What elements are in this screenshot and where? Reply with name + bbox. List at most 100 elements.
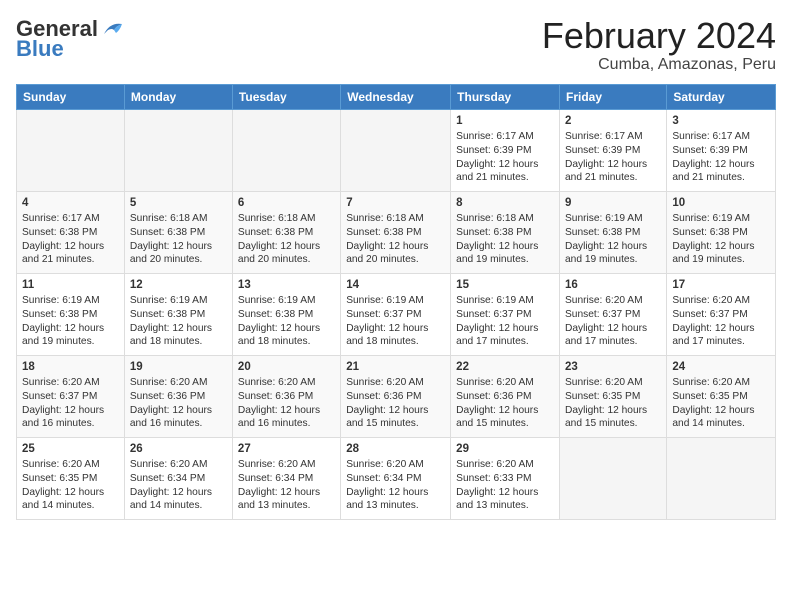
- day-number: 15: [456, 278, 554, 294]
- calendar-week-row: 18Sunrise: 6:20 AM Sunset: 6:37 PM Dayli…: [17, 355, 776, 437]
- col-wednesday: Wednesday: [341, 84, 451, 109]
- table-row: [232, 109, 340, 191]
- table-row: 25Sunrise: 6:20 AM Sunset: 6:35 PM Dayli…: [17, 437, 125, 519]
- table-row: 7Sunrise: 6:18 AM Sunset: 6:38 PM Daylig…: [341, 191, 451, 273]
- table-row: 10Sunrise: 6:19 AM Sunset: 6:38 PM Dayli…: [667, 191, 776, 273]
- logo-bird-icon: [102, 20, 124, 38]
- day-info: Sunrise: 6:20 AM Sunset: 6:34 PM Dayligh…: [238, 459, 320, 511]
- day-info: Sunrise: 6:19 AM Sunset: 6:37 PM Dayligh…: [346, 295, 428, 347]
- table-row: 28Sunrise: 6:20 AM Sunset: 6:34 PM Dayli…: [341, 437, 451, 519]
- day-number: 7: [346, 196, 445, 212]
- calendar-week-row: 25Sunrise: 6:20 AM Sunset: 6:35 PM Dayli…: [17, 437, 776, 519]
- day-number: 14: [346, 278, 445, 294]
- day-number: 13: [238, 278, 335, 294]
- day-info: Sunrise: 6:18 AM Sunset: 6:38 PM Dayligh…: [238, 213, 320, 265]
- calendar-title: February 2024: [542, 16, 776, 56]
- logo: General Blue: [16, 16, 124, 62]
- day-info: Sunrise: 6:19 AM Sunset: 6:37 PM Dayligh…: [456, 295, 538, 347]
- table-row: [17, 109, 125, 191]
- day-number: 29: [456, 442, 554, 458]
- day-info: Sunrise: 6:20 AM Sunset: 6:36 PM Dayligh…: [456, 377, 538, 429]
- table-row: 22Sunrise: 6:20 AM Sunset: 6:36 PM Dayli…: [451, 355, 560, 437]
- day-info: Sunrise: 6:20 AM Sunset: 6:36 PM Dayligh…: [238, 377, 320, 429]
- title-block: February 2024 Cumba, Amazonas, Peru: [542, 16, 776, 74]
- table-row: [341, 109, 451, 191]
- day-number: 21: [346, 360, 445, 376]
- table-row: 23Sunrise: 6:20 AM Sunset: 6:35 PM Dayli…: [560, 355, 667, 437]
- page: General Blue February 2024 Cumba, Amazon…: [0, 0, 792, 612]
- day-number: 10: [672, 196, 770, 212]
- day-number: 1: [456, 114, 554, 130]
- day-number: 20: [238, 360, 335, 376]
- table-row: 26Sunrise: 6:20 AM Sunset: 6:34 PM Dayli…: [124, 437, 232, 519]
- day-number: 26: [130, 442, 227, 458]
- table-row: 14Sunrise: 6:19 AM Sunset: 6:37 PM Dayli…: [341, 273, 451, 355]
- day-number: 23: [565, 360, 661, 376]
- table-row: 4Sunrise: 6:17 AM Sunset: 6:38 PM Daylig…: [17, 191, 125, 273]
- calendar-week-row: 1Sunrise: 6:17 AM Sunset: 6:39 PM Daylig…: [17, 109, 776, 191]
- day-info: Sunrise: 6:17 AM Sunset: 6:39 PM Dayligh…: [672, 131, 754, 183]
- table-row: 6Sunrise: 6:18 AM Sunset: 6:38 PM Daylig…: [232, 191, 340, 273]
- table-row: 24Sunrise: 6:20 AM Sunset: 6:35 PM Dayli…: [667, 355, 776, 437]
- col-friday: Friday: [560, 84, 667, 109]
- col-thursday: Thursday: [451, 84, 560, 109]
- day-info: Sunrise: 6:20 AM Sunset: 6:37 PM Dayligh…: [672, 295, 754, 347]
- table-row: 27Sunrise: 6:20 AM Sunset: 6:34 PM Dayli…: [232, 437, 340, 519]
- day-number: 24: [672, 360, 770, 376]
- table-row: [667, 437, 776, 519]
- table-row: [560, 437, 667, 519]
- table-row: 9Sunrise: 6:19 AM Sunset: 6:38 PM Daylig…: [560, 191, 667, 273]
- day-number: 22: [456, 360, 554, 376]
- col-sunday: Sunday: [17, 84, 125, 109]
- day-number: 9: [565, 196, 661, 212]
- table-row: [124, 109, 232, 191]
- day-number: 16: [565, 278, 661, 294]
- day-info: Sunrise: 6:17 AM Sunset: 6:39 PM Dayligh…: [565, 131, 647, 183]
- day-number: 28: [346, 442, 445, 458]
- day-number: 3: [672, 114, 770, 130]
- day-info: Sunrise: 6:20 AM Sunset: 6:35 PM Dayligh…: [565, 377, 647, 429]
- table-row: 5Sunrise: 6:18 AM Sunset: 6:38 PM Daylig…: [124, 191, 232, 273]
- table-row: 2Sunrise: 6:17 AM Sunset: 6:39 PM Daylig…: [560, 109, 667, 191]
- calendar-week-row: 4Sunrise: 6:17 AM Sunset: 6:38 PM Daylig…: [17, 191, 776, 273]
- table-row: 19Sunrise: 6:20 AM Sunset: 6:36 PM Dayli…: [124, 355, 232, 437]
- day-info: Sunrise: 6:17 AM Sunset: 6:38 PM Dayligh…: [22, 213, 104, 265]
- day-info: Sunrise: 6:20 AM Sunset: 6:35 PM Dayligh…: [22, 459, 104, 511]
- day-info: Sunrise: 6:19 AM Sunset: 6:38 PM Dayligh…: [238, 295, 320, 347]
- col-saturday: Saturday: [667, 84, 776, 109]
- day-info: Sunrise: 6:18 AM Sunset: 6:38 PM Dayligh…: [130, 213, 212, 265]
- day-info: Sunrise: 6:17 AM Sunset: 6:39 PM Dayligh…: [456, 131, 538, 183]
- day-info: Sunrise: 6:18 AM Sunset: 6:38 PM Dayligh…: [456, 213, 538, 265]
- day-number: 25: [22, 442, 119, 458]
- day-info: Sunrise: 6:20 AM Sunset: 6:35 PM Dayligh…: [672, 377, 754, 429]
- table-row: 29Sunrise: 6:20 AM Sunset: 6:33 PM Dayli…: [451, 437, 560, 519]
- day-number: 11: [22, 278, 119, 294]
- calendar-subtitle: Cumba, Amazonas, Peru: [542, 56, 776, 74]
- day-info: Sunrise: 6:20 AM Sunset: 6:36 PM Dayligh…: [346, 377, 428, 429]
- table-row: 11Sunrise: 6:19 AM Sunset: 6:38 PM Dayli…: [17, 273, 125, 355]
- day-info: Sunrise: 6:20 AM Sunset: 6:37 PM Dayligh…: [565, 295, 647, 347]
- day-number: 18: [22, 360, 119, 376]
- day-info: Sunrise: 6:20 AM Sunset: 6:36 PM Dayligh…: [130, 377, 212, 429]
- table-row: 1Sunrise: 6:17 AM Sunset: 6:39 PM Daylig…: [451, 109, 560, 191]
- table-row: 17Sunrise: 6:20 AM Sunset: 6:37 PM Dayli…: [667, 273, 776, 355]
- day-info: Sunrise: 6:20 AM Sunset: 6:37 PM Dayligh…: [22, 377, 104, 429]
- day-info: Sunrise: 6:19 AM Sunset: 6:38 PM Dayligh…: [130, 295, 212, 347]
- calendar-header-row: Sunday Monday Tuesday Wednesday Thursday…: [17, 84, 776, 109]
- day-number: 17: [672, 278, 770, 294]
- table-row: 8Sunrise: 6:18 AM Sunset: 6:38 PM Daylig…: [451, 191, 560, 273]
- day-number: 5: [130, 196, 227, 212]
- day-info: Sunrise: 6:19 AM Sunset: 6:38 PM Dayligh…: [22, 295, 104, 347]
- day-info: Sunrise: 6:19 AM Sunset: 6:38 PM Dayligh…: [672, 213, 754, 265]
- day-number: 8: [456, 196, 554, 212]
- day-info: Sunrise: 6:20 AM Sunset: 6:34 PM Dayligh…: [130, 459, 212, 511]
- table-row: 18Sunrise: 6:20 AM Sunset: 6:37 PM Dayli…: [17, 355, 125, 437]
- table-row: 21Sunrise: 6:20 AM Sunset: 6:36 PM Dayli…: [341, 355, 451, 437]
- day-number: 12: [130, 278, 227, 294]
- table-row: 16Sunrise: 6:20 AM Sunset: 6:37 PM Dayli…: [560, 273, 667, 355]
- day-info: Sunrise: 6:18 AM Sunset: 6:38 PM Dayligh…: [346, 213, 428, 265]
- day-number: 19: [130, 360, 227, 376]
- day-number: 27: [238, 442, 335, 458]
- calendar-table: Sunday Monday Tuesday Wednesday Thursday…: [16, 84, 776, 520]
- logo-blue-text: Blue: [16, 36, 64, 62]
